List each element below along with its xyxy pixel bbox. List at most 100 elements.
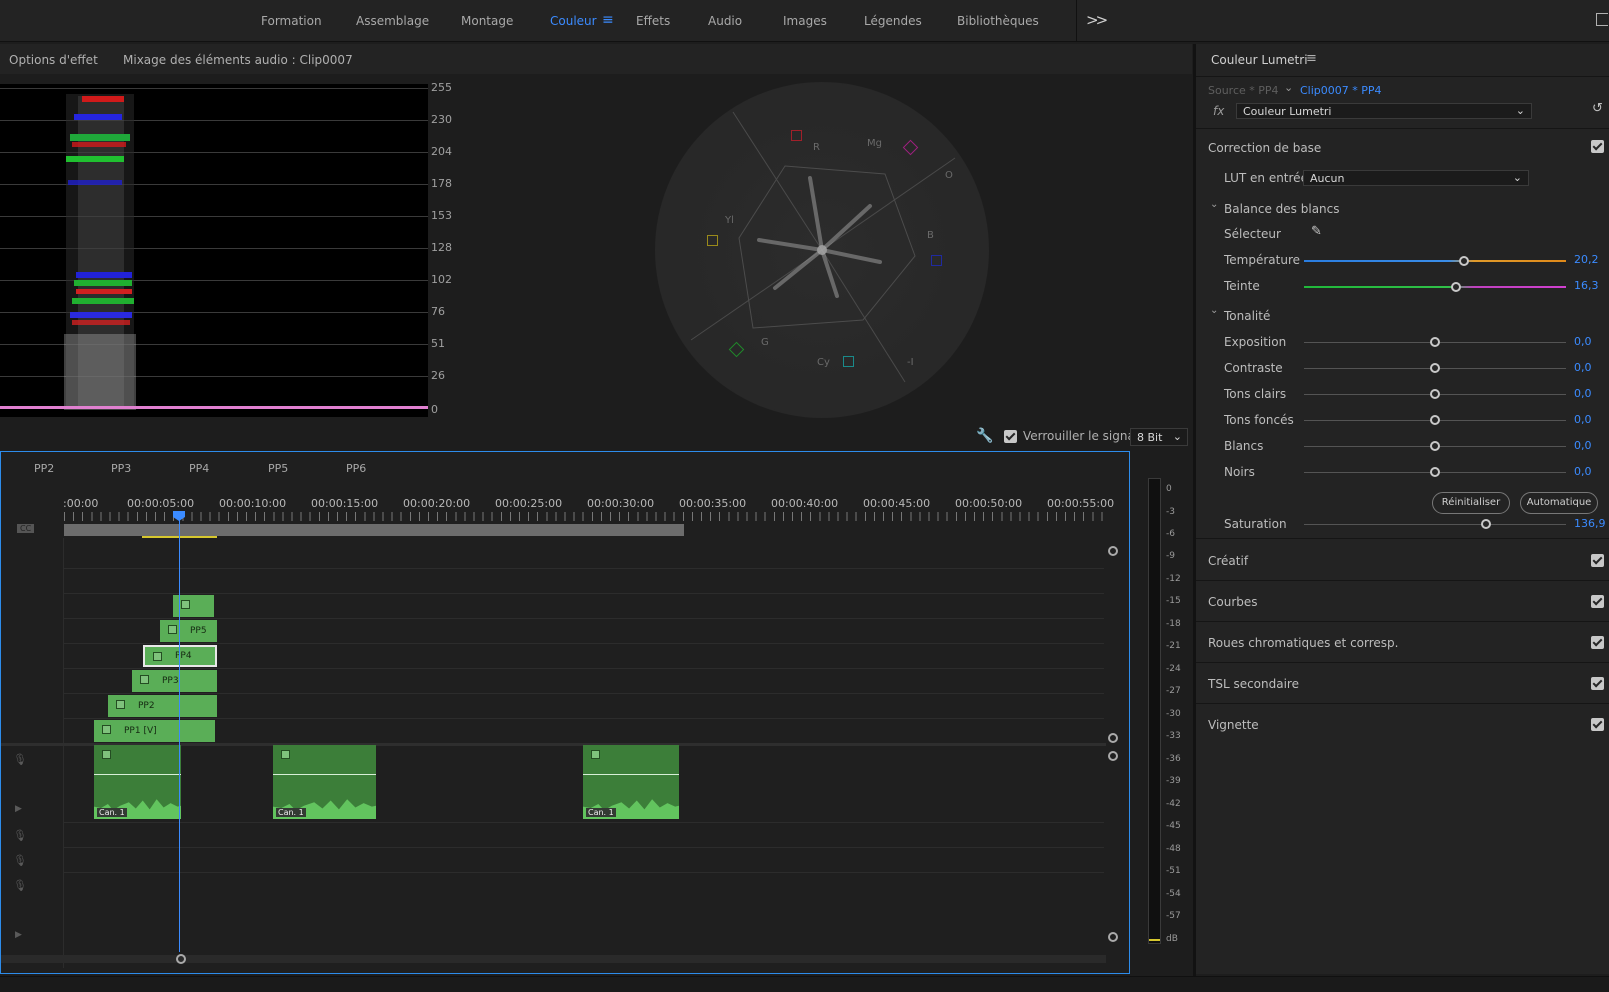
effect-select[interactable]: Couleur Lumetri ⌄: [1236, 103, 1532, 119]
workspace-tab-couleur[interactable]: Couleur: [550, 14, 597, 28]
volume-line[interactable]: [583, 774, 679, 775]
blacks-slider[interactable]: [1304, 467, 1566, 477]
vignette-checkbox[interactable]: [1591, 718, 1604, 731]
play-triangle-icon[interactable]: ▶: [15, 804, 22, 814]
microphone-icon[interactable]: 🎙: [13, 753, 27, 766]
panel-menu-icon[interactable]: ≡: [1306, 51, 1317, 66]
section-header-basic-correction[interactable]: Correction de base: [1208, 141, 1321, 155]
blacks-value[interactable]: 0,0: [1574, 465, 1592, 478]
timeline-marker[interactable]: PP5: [268, 462, 288, 475]
vertical-scroll-knob[interactable]: [1108, 733, 1118, 743]
video-clip-pp1[interactable]: PP1 [V]: [94, 720, 215, 742]
exposure-value[interactable]: 0,0: [1574, 335, 1592, 348]
lut-select[interactable]: Aucun ⌄: [1303, 170, 1529, 186]
chevron-down-icon[interactable]: ⌄: [1284, 81, 1293, 94]
workspace-tab-audio[interactable]: Audio: [708, 14, 742, 28]
timeline-marker[interactable]: PP4: [189, 462, 209, 475]
workspace-tab-assemblage[interactable]: Assemblage: [356, 14, 429, 28]
workspace-tab-formation[interactable]: Formation: [261, 14, 322, 28]
video-clip-pp4-selected[interactable]: PP4: [143, 645, 217, 667]
creative-checkbox[interactable]: [1591, 554, 1604, 567]
temperature-slider[interactable]: [1304, 256, 1566, 266]
vertical-scroll-knob[interactable]: [1108, 546, 1118, 556]
section-header-vignette[interactable]: Vignette: [1208, 718, 1259, 732]
lumetri-panel-title[interactable]: Couleur Lumetri: [1211, 53, 1308, 67]
workspace-tab-bibliotheques[interactable]: Bibliothèques: [957, 14, 1039, 28]
timeline-marker[interactable]: PP3: [111, 462, 131, 475]
curves-checkbox[interactable]: [1591, 595, 1604, 608]
auto-button[interactable]: Automatique: [1520, 492, 1598, 514]
wrench-icon[interactable]: 🔧: [976, 428, 993, 444]
workspace-tab-montage[interactable]: Montage: [461, 14, 513, 28]
chevron-down-icon[interactable]: ⌄: [1210, 199, 1218, 210]
time-ruler[interactable]: [64, 512, 1104, 521]
basic-correction-checkbox[interactable]: [1591, 140, 1604, 153]
lock-signal-checkbox[interactable]: [1004, 430, 1017, 443]
exposure-slider-knob[interactable]: [1430, 337, 1440, 347]
microphone-icon[interactable]: 🎙: [13, 879, 27, 892]
highlights-value[interactable]: 0,0: [1574, 387, 1592, 400]
whites-value[interactable]: 0,0: [1574, 439, 1592, 452]
shadows-value[interactable]: 0,0: [1574, 413, 1592, 426]
video-clip-pp2[interactable]: PP2: [108, 695, 217, 717]
volume-line[interactable]: [94, 774, 181, 775]
color-wheels-checkbox[interactable]: [1591, 636, 1604, 649]
temperature-slider-knob[interactable]: [1459, 256, 1469, 266]
microphone-icon[interactable]: 🎙: [13, 829, 27, 842]
audio-clip[interactable]: Can. 1: [94, 745, 181, 819]
section-header-color-wheels[interactable]: Roues chromatiques et corresp.: [1208, 636, 1398, 650]
video-clip-pp3[interactable]: PP3: [132, 670, 217, 692]
vertical-scroll-knob[interactable]: [1108, 751, 1118, 761]
contrast-value[interactable]: 0,0: [1574, 361, 1592, 374]
audio-clip[interactable]: Can. 1: [273, 745, 376, 819]
bit-depth-select[interactable]: 8 Bit ⌄: [1130, 428, 1188, 446]
saturation-slider[interactable]: [1304, 519, 1566, 529]
chevron-down-icon[interactable]: ⌄: [1210, 305, 1218, 316]
work-area-bar[interactable]: [64, 524, 684, 536]
saturation-value[interactable]: 136,9: [1574, 517, 1606, 530]
section-header-curves[interactable]: Courbes: [1208, 595, 1258, 609]
hamburger-menu-icon[interactable]: ≡: [602, 12, 614, 28]
contrast-slider[interactable]: [1304, 363, 1566, 373]
whites-slider[interactable]: [1304, 441, 1566, 451]
highlights-slider-knob[interactable]: [1430, 389, 1440, 399]
tint-slider-knob[interactable]: [1451, 282, 1461, 292]
microphone-icon[interactable]: 🎙: [13, 854, 27, 867]
tab-audio-mixer[interactable]: Mixage des éléments audio : Clip0007: [123, 53, 353, 67]
workspace-tab-effets[interactable]: Effets: [636, 14, 670, 28]
horizontal-scrollbar[interactable]: [1, 955, 1106, 963]
audio-clip[interactable]: Can. 1: [583, 745, 679, 819]
captions-icon[interactable]: CC: [17, 524, 35, 533]
contrast-slider-knob[interactable]: [1430, 363, 1440, 373]
hsl-secondary-checkbox[interactable]: [1591, 677, 1604, 690]
tone-header[interactable]: Tonalité: [1224, 309, 1270, 323]
panel-divider[interactable]: [1193, 44, 1196, 976]
workspace-tab-legendes[interactable]: Légendes: [864, 14, 922, 28]
whites-slider-knob[interactable]: [1430, 441, 1440, 451]
horizontal-scroll-knob[interactable]: [176, 954, 186, 964]
temperature-value[interactable]: 20,2: [1574, 253, 1599, 266]
saturation-slider-knob[interactable]: [1481, 519, 1491, 529]
exposure-slider[interactable]: [1304, 337, 1566, 347]
section-header-hsl-secondary[interactable]: TSL secondaire: [1208, 677, 1299, 691]
video-clip-pp5[interactable]: PP5: [160, 620, 217, 642]
reset-effect-icon[interactable]: ↺: [1592, 101, 1603, 116]
shadows-slider[interactable]: [1304, 415, 1566, 425]
tint-value[interactable]: 16,3: [1574, 279, 1599, 292]
active-clip-label[interactable]: Clip0007 * PP4: [1300, 84, 1382, 97]
white-balance-header[interactable]: Balance des blancs: [1224, 202, 1340, 216]
shadows-slider-knob[interactable]: [1430, 415, 1440, 425]
highlights-slider[interactable]: [1304, 389, 1566, 399]
blacks-slider-knob[interactable]: [1430, 467, 1440, 477]
volume-line[interactable]: [273, 774, 376, 775]
timeline-marker[interactable]: PP6: [346, 462, 366, 475]
workspace-tab-images[interactable]: Images: [783, 14, 827, 28]
eyedropper-icon[interactable]: ✎: [1311, 224, 1322, 239]
tint-slider[interactable]: [1304, 282, 1566, 292]
timeline-marker[interactable]: PP2: [34, 462, 54, 475]
export-icon[interactable]: [1596, 13, 1608, 26]
play-triangle-icon[interactable]: ▶: [15, 930, 22, 940]
reset-button[interactable]: Réinitialiser: [1432, 492, 1510, 514]
section-header-creative[interactable]: Créatif: [1208, 554, 1248, 568]
chevron-double-right-icon[interactable]: >>: [1086, 11, 1108, 29]
